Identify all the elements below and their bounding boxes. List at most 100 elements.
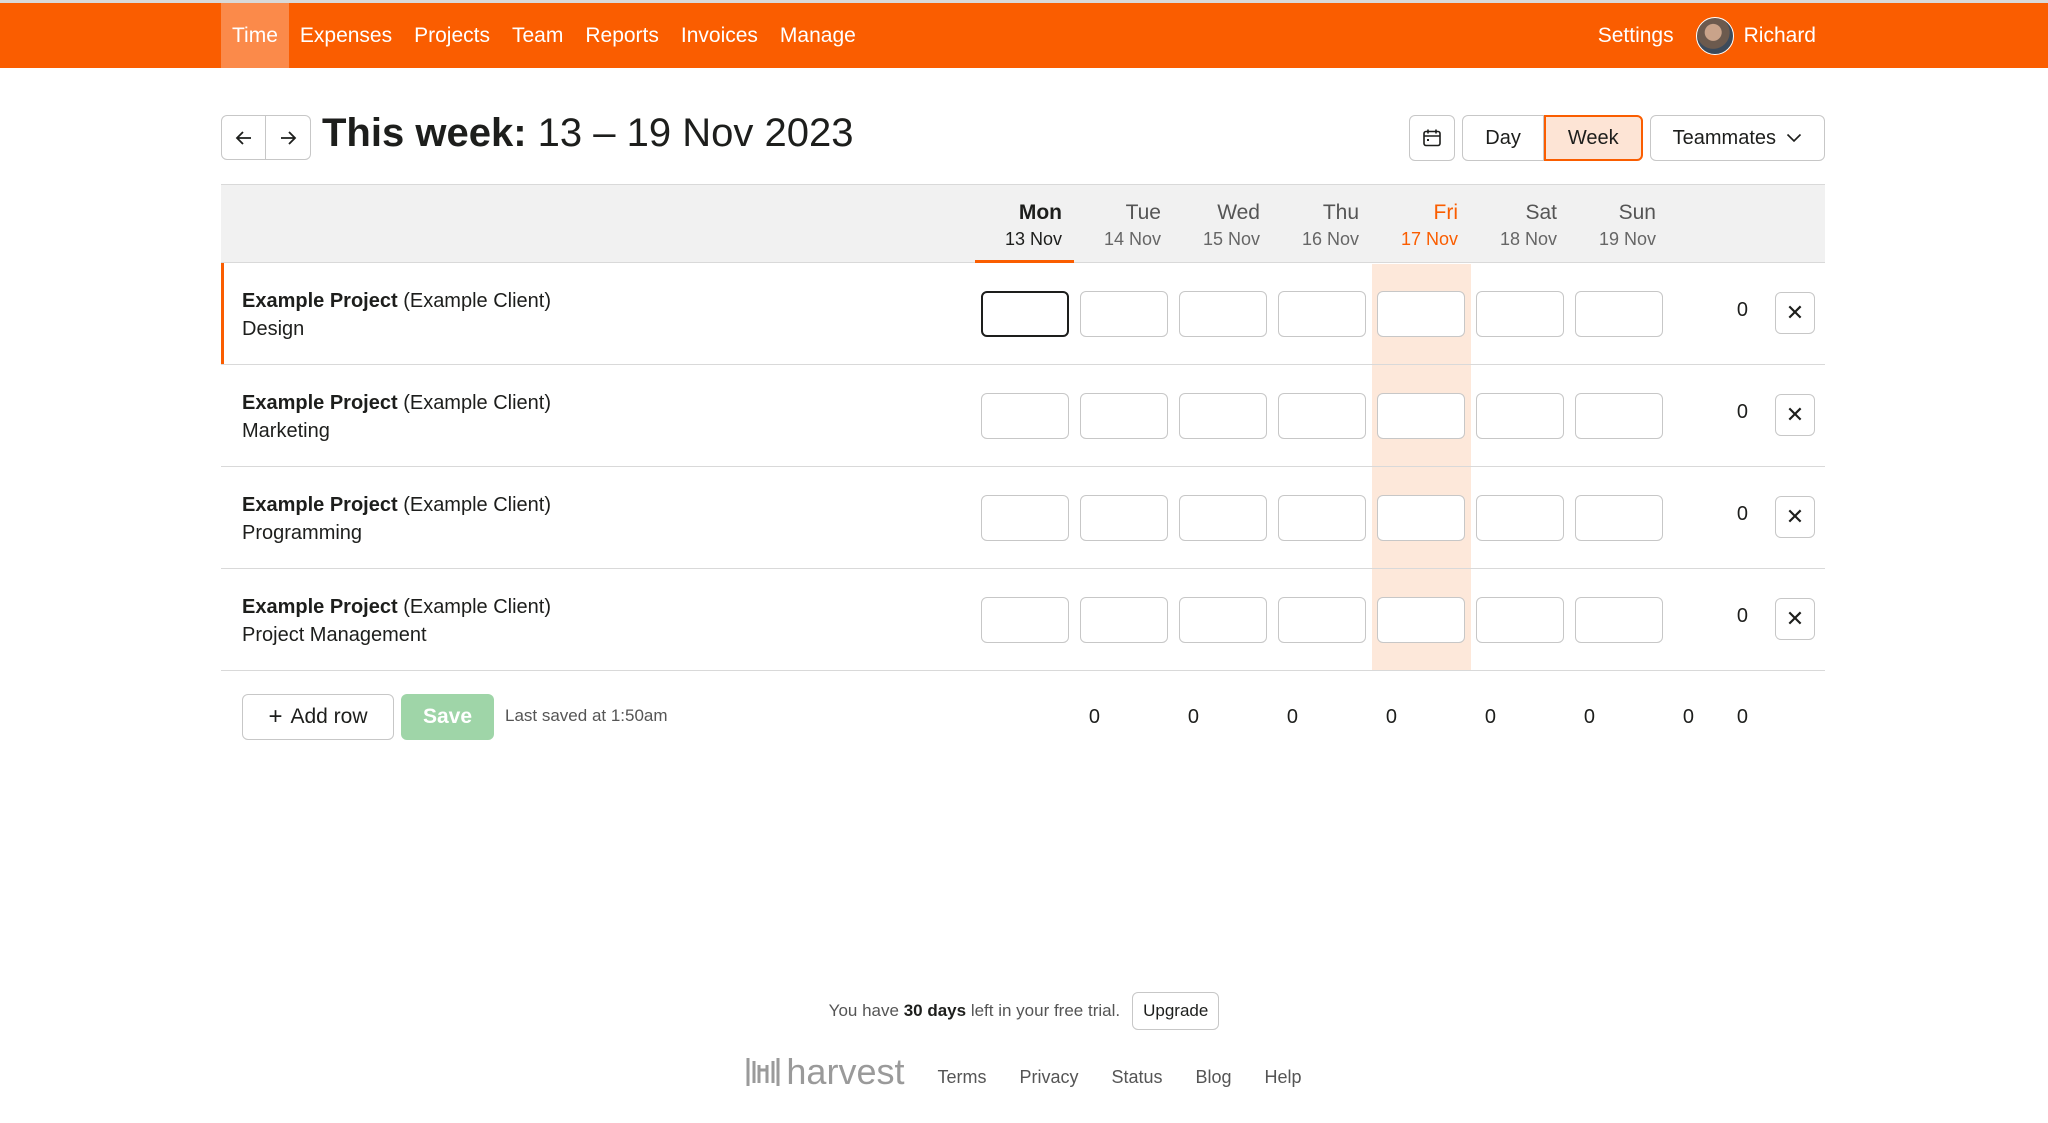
privacy-link[interactable]: Privacy bbox=[1019, 1067, 1078, 1088]
row-label[interactable]: Example Project (Example Client) Program… bbox=[242, 491, 551, 547]
hours-input-mon[interactable] bbox=[981, 393, 1069, 439]
day-total-tue: 0 bbox=[1187, 706, 1199, 728]
nav-item-time[interactable]: Time bbox=[221, 3, 289, 68]
hours-input-wed[interactable] bbox=[1179, 495, 1267, 541]
hours-input-mon[interactable] bbox=[981, 291, 1069, 337]
hours-input-sun[interactable] bbox=[1575, 495, 1663, 541]
teammates-dropdown[interactable]: Teammates bbox=[1649, 115, 1825, 161]
table-row: Example Project (Example Client) Program… bbox=[221, 467, 1825, 569]
hours-input-sun[interactable] bbox=[1575, 597, 1663, 643]
delete-row-button[interactable]: ✕ bbox=[1775, 394, 1815, 436]
nav-item-projects[interactable]: Projects bbox=[403, 3, 501, 68]
close-icon: ✕ bbox=[1785, 300, 1805, 325]
view-toggle: Day Week bbox=[1462, 115, 1643, 161]
hours-input-tue[interactable] bbox=[1080, 597, 1168, 643]
settings-link[interactable]: Settings bbox=[1598, 24, 1674, 48]
hours-input-tue[interactable] bbox=[1080, 393, 1168, 439]
timesheet-grid: Mon 13 Nov Tue 14 Nov Wed 15 Nov Thu 16 … bbox=[221, 184, 1825, 761]
day-name: Wed bbox=[1217, 201, 1260, 224]
next-week-button[interactable] bbox=[266, 115, 311, 160]
hours-input-sat[interactable] bbox=[1476, 393, 1564, 439]
hours-input-sat[interactable] bbox=[1476, 291, 1564, 337]
hours-input-sat[interactable] bbox=[1476, 597, 1564, 643]
calendar-icon bbox=[1423, 129, 1442, 147]
hours-input-wed[interactable] bbox=[1179, 597, 1267, 643]
day-total-wed: 0 bbox=[1286, 706, 1298, 728]
hours-input-mon[interactable] bbox=[981, 495, 1069, 541]
row-label[interactable]: Example Project (Example Client) Marketi… bbox=[242, 389, 551, 445]
hours-input-thu[interactable] bbox=[1278, 597, 1366, 643]
hours-input-wed[interactable] bbox=[1179, 291, 1267, 337]
day-header-sun[interactable]: Sun 19 Nov bbox=[1569, 185, 1668, 263]
week-title-prefix: This week: bbox=[322, 111, 527, 155]
row-total: 0 bbox=[1736, 503, 1748, 525]
trial-notice: You have 30 days left in your free trial… bbox=[0, 992, 2048, 1030]
status-link[interactable]: Status bbox=[1111, 1067, 1162, 1088]
user-menu[interactable]: Richard bbox=[1695, 16, 1816, 55]
calendar-button[interactable] bbox=[1409, 115, 1456, 161]
delete-row-button[interactable]: ✕ bbox=[1775, 598, 1815, 640]
nav-item-expenses[interactable]: Expenses bbox=[289, 3, 403, 68]
delete-row-button[interactable]: ✕ bbox=[1775, 496, 1815, 538]
hours-input-thu[interactable] bbox=[1278, 393, 1366, 439]
terms-link[interactable]: Terms bbox=[937, 1067, 986, 1088]
hours-input-sat[interactable] bbox=[1476, 495, 1564, 541]
harvest-logo[interactable]: harvest bbox=[746, 1051, 904, 1093]
save-button[interactable]: Save bbox=[401, 694, 494, 740]
day-header-sat[interactable]: Sat 18 Nov bbox=[1470, 185, 1569, 263]
hours-input-tue[interactable] bbox=[1080, 291, 1168, 337]
add-row-button[interactable]: + Add row bbox=[242, 694, 394, 740]
day-date: 19 Nov bbox=[1598, 229, 1656, 249]
week-title-range: 13 – 19 Nov 2023 bbox=[537, 111, 854, 155]
day-name: Thu bbox=[1322, 201, 1359, 224]
grid-header: Mon 13 Nov Tue 14 Nov Wed 15 Nov Thu 16 … bbox=[221, 184, 1825, 263]
day-total-sat: 0 bbox=[1583, 706, 1595, 728]
plus-icon: + bbox=[268, 703, 283, 730]
hours-input-mon[interactable] bbox=[981, 597, 1069, 643]
hours-input-wed[interactable] bbox=[1179, 393, 1267, 439]
nav-item-invoices[interactable]: Invoices bbox=[670, 3, 769, 68]
page-title: This week: 13 – 19 Nov 2023 bbox=[322, 111, 853, 156]
day-name: Fri bbox=[1433, 201, 1459, 224]
chevron-down-icon bbox=[1786, 133, 1802, 143]
blog-link[interactable]: Blog bbox=[1196, 1067, 1232, 1088]
view-controls: Day Week Teammates bbox=[1409, 115, 1825, 161]
arrow-left-icon bbox=[235, 130, 251, 145]
hours-input-tue[interactable] bbox=[1080, 495, 1168, 541]
hours-input-thu[interactable] bbox=[1278, 291, 1366, 337]
day-header-thu[interactable]: Thu 16 Nov bbox=[1272, 185, 1371, 263]
day-view-button[interactable]: Day bbox=[1462, 115, 1544, 161]
avatar bbox=[1695, 16, 1734, 55]
hours-input-fri[interactable] bbox=[1377, 495, 1465, 541]
hours-input-thu[interactable] bbox=[1278, 495, 1366, 541]
close-icon: ✕ bbox=[1785, 402, 1805, 427]
upgrade-button[interactable]: Upgrade bbox=[1132, 992, 1220, 1030]
day-header-fri[interactable]: Fri 17 Nov bbox=[1371, 185, 1470, 263]
previous-week-button[interactable] bbox=[221, 115, 266, 160]
hours-input-fri[interactable] bbox=[1377, 597, 1465, 643]
row-label[interactable]: Example Project (Example Client) Design bbox=[242, 287, 551, 343]
week-view-button[interactable]: Week bbox=[1543, 115, 1643, 161]
row-label[interactable]: Example Project (Example Client) Project… bbox=[242, 593, 551, 649]
hours-input-fri[interactable] bbox=[1377, 393, 1465, 439]
nav-item-team[interactable]: Team bbox=[501, 3, 574, 68]
task-name: Design bbox=[242, 318, 305, 340]
day-date: 15 Nov bbox=[1202, 229, 1260, 249]
logo-text: harvest bbox=[786, 1051, 905, 1092]
hours-input-sun[interactable] bbox=[1575, 393, 1663, 439]
task-name: Programming bbox=[242, 522, 363, 544]
day-header-tue[interactable]: Tue 14 Nov bbox=[1074, 185, 1173, 263]
arrow-right-icon bbox=[281, 130, 297, 145]
project-name: Example Project bbox=[242, 290, 398, 312]
day-total-sun: 0 bbox=[1682, 706, 1694, 728]
row-total: 0 bbox=[1736, 299, 1748, 321]
task-name: Project Management bbox=[242, 624, 427, 646]
hours-input-fri[interactable] bbox=[1377, 291, 1465, 337]
delete-row-button[interactable]: ✕ bbox=[1775, 292, 1815, 334]
help-link[interactable]: Help bbox=[1265, 1067, 1302, 1088]
nav-item-manage[interactable]: Manage bbox=[769, 3, 867, 68]
hours-input-sun[interactable] bbox=[1575, 291, 1663, 337]
nav-item-reports[interactable]: Reports bbox=[574, 3, 670, 68]
day-header-mon[interactable]: Mon 13 Nov bbox=[975, 185, 1074, 263]
day-header-wed[interactable]: Wed 15 Nov bbox=[1173, 185, 1272, 263]
